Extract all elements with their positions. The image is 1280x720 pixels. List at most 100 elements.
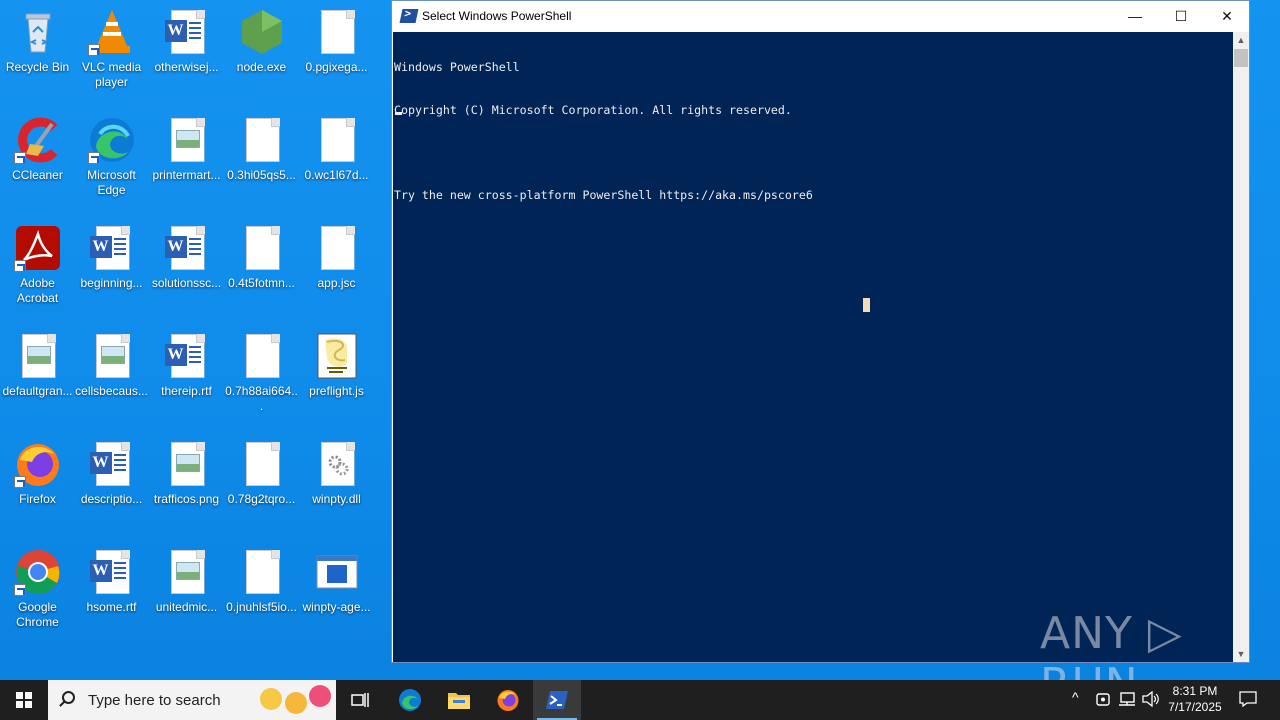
desktop-icon-trafficos[interactable]: trafficos.png bbox=[149, 440, 224, 507]
desktop-icon-defaultgran[interactable]: defaultgran... bbox=[0, 332, 75, 399]
meet-now-icon[interactable] bbox=[1096, 691, 1110, 707]
clock[interactable]: 8:31 PM 7/17/2025 bbox=[1164, 683, 1226, 715]
window-title: Select Windows PowerShell bbox=[422, 9, 572, 23]
dll-file-icon bbox=[313, 440, 361, 488]
desktop-icon-label: preflight.js bbox=[309, 384, 364, 398]
desktop-icon-beginning[interactable]: W beginning... bbox=[74, 224, 149, 291]
emoji-grin-icon bbox=[260, 688, 282, 710]
search-icon bbox=[62, 691, 75, 704]
desktop-icon-label: VLC media player bbox=[81, 60, 142, 89]
desktop-icon-label: beginning... bbox=[80, 276, 143, 290]
edge-icon bbox=[399, 689, 421, 711]
desktop-icon-label: winpty.dll bbox=[312, 492, 361, 506]
volume-icon[interactable] bbox=[1142, 691, 1160, 707]
desktop-icon-ccleaner[interactable]: CCleaner bbox=[0, 116, 75, 183]
console-line: Windows PowerShell bbox=[394, 60, 520, 75]
network-icon[interactable] bbox=[1118, 691, 1136, 707]
desktop-icon-0-wc1l67d[interactable]: 0.wc1l67d... bbox=[299, 116, 374, 183]
word-document-icon: W bbox=[88, 224, 136, 272]
desktop-icon-thereip[interactable]: W thereip.rtf bbox=[149, 332, 224, 399]
desktop-icon-0-78g2tqro[interactable]: 0.78g2tqro... bbox=[224, 440, 299, 507]
clock-date: 7/17/2025 bbox=[1168, 700, 1222, 714]
blank-file-icon bbox=[313, 224, 361, 272]
taskbar-file-explorer-button[interactable] bbox=[435, 680, 483, 720]
word-document-icon: W bbox=[88, 548, 136, 596]
desktop-icon-label: unitedmic... bbox=[155, 600, 218, 614]
desktop-icon-winpty-dll[interactable]: winpty.dll bbox=[299, 440, 374, 507]
taskbar-firefox-button[interactable] bbox=[484, 680, 532, 720]
desktop-icon-app-jsc[interactable]: app.jsc bbox=[299, 224, 374, 291]
desktop-icon-label: app.jsc bbox=[317, 276, 356, 290]
console-output[interactable]: Windows PowerShell Copyright (C) Microso… bbox=[393, 32, 1233, 662]
desktop-icon-label: 0.4t5fotmn... bbox=[228, 276, 295, 290]
desktop-icon-0-jnuhlsf5io[interactable]: 0.jnuhlsf5io... bbox=[224, 548, 299, 615]
window-titlebar[interactable]: Select Windows PowerShell — ☐ ✕ bbox=[392, 1, 1249, 31]
taskbar-edge-button[interactable] bbox=[386, 680, 434, 720]
desktop-icon-descriptio[interactable]: W descriptio... bbox=[74, 440, 149, 507]
desktop-icon-adobe-acrobat[interactable]: Adobe Acrobat bbox=[0, 224, 75, 306]
desktop-icon-printermart[interactable]: printermart... bbox=[149, 116, 224, 183]
taskbar-powershell-button[interactable] bbox=[533, 680, 581, 720]
blank-file-icon bbox=[238, 224, 286, 272]
desktop-icon-label: 0.7h88ai664... bbox=[225, 384, 298, 413]
desktop-icon-otherwisej[interactable]: W otherwisej... bbox=[149, 8, 224, 75]
start-button[interactable] bbox=[0, 680, 48, 720]
desktop-icon-google-chrome[interactable]: Google Chrome bbox=[0, 548, 75, 630]
desktop-icon-label: Adobe Acrobat bbox=[16, 276, 59, 305]
desktop-icon-label: defaultgran... bbox=[2, 384, 73, 398]
scrollbar-thumb[interactable] bbox=[1234, 49, 1248, 67]
image-file-icon bbox=[14, 332, 62, 380]
show-hidden-icons-chevron-icon[interactable]: ^ bbox=[1072, 689, 1079, 705]
desktop-icon-solutionssc[interactable]: W solutionssc... bbox=[149, 224, 224, 291]
minimize-button[interactable]: — bbox=[1112, 1, 1158, 31]
word-document-icon: W bbox=[163, 332, 211, 380]
desktop-icon-label: trafficos.png bbox=[153, 492, 220, 506]
console-line: Try the new cross-platform PowerShell ht… bbox=[394, 188, 813, 203]
desktop-icon-microsoft-edge[interactable]: Microsoft Edge bbox=[74, 116, 149, 198]
desktop-icon-label: Firefox bbox=[19, 492, 56, 506]
powershell-window[interactable]: Select Windows PowerShell — ☐ ✕ Windows … bbox=[391, 0, 1250, 663]
desktop-icon-0-pgixega[interactable]: 0.pgixega... bbox=[299, 8, 374, 75]
vertical-scrollbar[interactable]: ▲ ▼ bbox=[1233, 32, 1249, 662]
scroll-up-arrow-icon[interactable]: ▲ bbox=[1233, 32, 1249, 48]
acrobat-icon bbox=[13, 224, 62, 272]
blank-file-icon bbox=[238, 548, 286, 596]
desktop-icon-0-7h88ai664[interactable]: 0.7h88ai664... bbox=[224, 332, 299, 414]
close-button[interactable]: ✕ bbox=[1204, 1, 1250, 31]
desktop-icon-label: 0.jnuhlsf5io... bbox=[226, 600, 297, 614]
desktop-icon-node-exe[interactable]: node.exe bbox=[224, 8, 299, 75]
desktop-icon-label: Recycle Bin bbox=[5, 60, 70, 74]
desktop-icon-label: CCleaner bbox=[12, 168, 63, 182]
desktop-icon-unitedmic[interactable]: unitedmic... bbox=[149, 548, 224, 615]
desktop-icon-recycle-bin[interactable]: Recycle Bin bbox=[0, 8, 75, 75]
maximize-button[interactable]: ☐ bbox=[1158, 1, 1204, 31]
mouse-ibeam-cursor bbox=[863, 298, 870, 312]
desktop-icon-winpty-agent[interactable]: winpty-age... bbox=[299, 548, 374, 615]
recycle-bin-icon bbox=[14, 8, 62, 56]
desktop-icon-0-4t5fotmn[interactable]: 0.4t5fotmn... bbox=[224, 224, 299, 291]
desktop-icon-firefox[interactable]: Firefox bbox=[0, 440, 75, 507]
search-box[interactable]: Type here to search bbox=[48, 680, 336, 720]
desktop-icon-label: 0.78g2tqro... bbox=[227, 492, 296, 506]
desktop-icon-hsome[interactable]: W hsome.rtf bbox=[74, 548, 149, 615]
desktop-icon-preflight-js[interactable]: preflight.js bbox=[299, 332, 374, 399]
firefox-icon bbox=[13, 440, 62, 488]
blank-file-icon bbox=[313, 116, 361, 164]
emoji-smile-icon bbox=[285, 692, 307, 714]
image-file-icon bbox=[88, 332, 136, 380]
desktop-icon-cellsbecaus[interactable]: cellsbecaus... bbox=[74, 332, 149, 399]
blank-file-icon bbox=[313, 8, 361, 56]
edge-icon bbox=[87, 116, 136, 164]
desktop-icon-vlc[interactable]: VLC media player bbox=[74, 8, 149, 90]
desktop-icon-label: otherwisej... bbox=[154, 60, 219, 74]
powershell-icon bbox=[399, 9, 419, 23]
desktop-icon-0-3hi05qs5[interactable]: 0.3hi05qs5... bbox=[224, 116, 299, 183]
task-view-button[interactable] bbox=[336, 680, 384, 720]
desktop-icon-label: Microsoft Edge bbox=[87, 168, 136, 197]
desktop-icon-label: printermart... bbox=[152, 168, 221, 182]
notifications-icon[interactable] bbox=[1239, 690, 1257, 708]
powershell-icon bbox=[546, 691, 568, 709]
word-document-icon: W bbox=[88, 440, 136, 488]
task-view-icon bbox=[351, 693, 369, 707]
